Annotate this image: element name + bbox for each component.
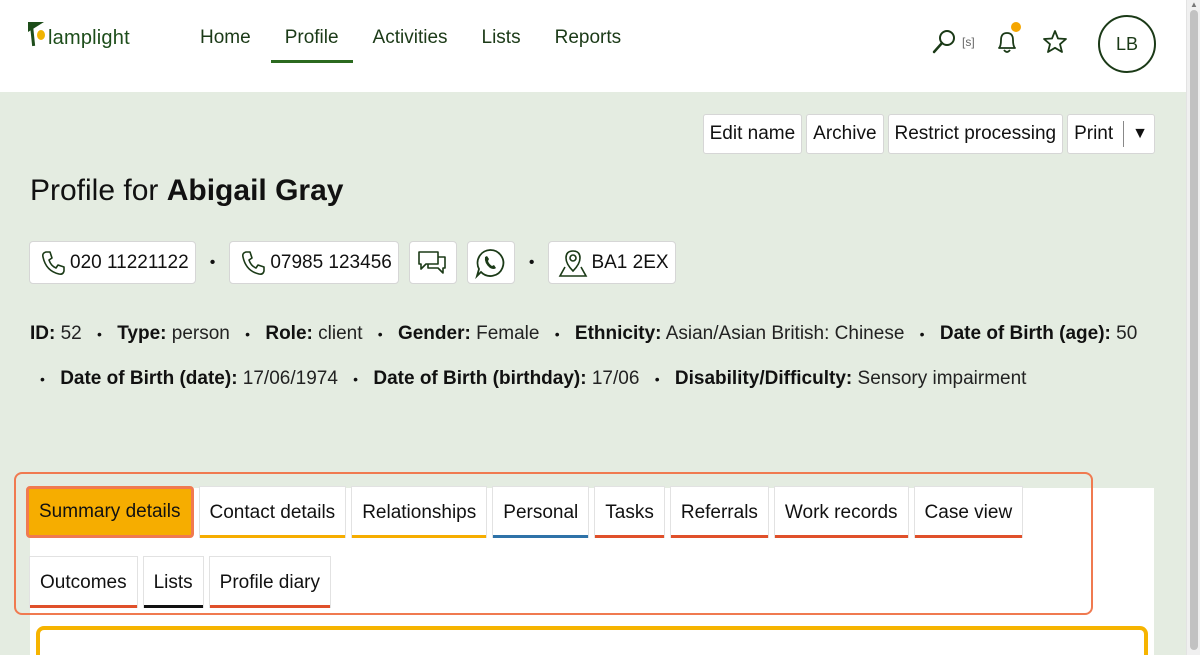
whatsapp-icon xyxy=(475,248,505,279)
role-label: Role: xyxy=(265,323,313,344)
sms-button[interactable] xyxy=(408,241,457,284)
ethnicity-value: Asian/Asian British: Chinese xyxy=(665,323,905,344)
tab-personal[interactable]: Personal xyxy=(492,486,590,538)
contact-chips: 020 11221122 • 07985 123456 • BA1 2EX xyxy=(29,241,676,284)
dob-birthday-value: 17/06 xyxy=(591,367,640,389)
phone-number-2: 07985 123456 xyxy=(270,251,392,273)
tab-contact-details[interactable]: Contact details xyxy=(198,486,347,538)
nav-lists[interactable]: Lists xyxy=(468,27,535,63)
tab-relationships[interactable]: Relationships xyxy=(351,486,488,538)
tab-profile-diary[interactable]: Profile diary xyxy=(208,556,331,608)
dob-age-label: Date of Birth (age): xyxy=(939,323,1111,344)
profile-details: ID: 52 • Type: person • Role: client • G… xyxy=(30,323,1138,389)
sms-chat-icon xyxy=(418,250,446,274)
print-label: Print xyxy=(1074,123,1114,144)
edit-name-button[interactable]: Edit name xyxy=(702,114,803,154)
type-label: Type: xyxy=(117,323,167,344)
restrict-processing-button[interactable]: Restrict processing xyxy=(887,114,1064,154)
role-value: client xyxy=(318,323,363,344)
nav-profile[interactable]: Profile xyxy=(270,27,353,63)
id-label: ID: xyxy=(30,323,56,344)
print-button[interactable]: Print ▼ xyxy=(1067,114,1155,154)
nav-activities[interactable]: Activities xyxy=(359,27,462,63)
profile-name: Abigail Gray xyxy=(166,174,344,207)
search-shortcut-hint: [s] xyxy=(962,35,975,49)
logo-wordmark: lamplight xyxy=(48,27,130,49)
separator-dot: • xyxy=(528,253,535,271)
phone-icon xyxy=(242,250,266,275)
tab-referrals[interactable]: Referrals xyxy=(669,486,769,538)
address-chip[interactable]: BA1 2EX xyxy=(548,241,676,284)
dob-age-value: 50 xyxy=(1116,323,1138,344)
profile-page: Edit name Archive Restrict processing Pr… xyxy=(0,92,1186,655)
top-navigation-bar: lamplight Home Profile Activities Lists … xyxy=(0,0,1186,92)
header-tools: [s] xyxy=(930,22,1069,56)
postcode: BA1 2EX xyxy=(591,251,669,273)
ethnicity-label: Ethnicity: xyxy=(574,323,662,344)
phone-icon xyxy=(42,250,65,275)
phone-chip-landline[interactable]: 020 11221122 xyxy=(29,241,196,284)
title-prefix: Profile for xyxy=(30,174,159,207)
archive-button[interactable]: Archive xyxy=(806,114,884,154)
favourites-star-icon[interactable] xyxy=(1041,28,1069,56)
type-value: person xyxy=(171,323,230,344)
profile-actions: Edit name Archive Restrict processing Pr… xyxy=(702,114,1155,154)
dob-birthday-label: Date of Birth (birthday): xyxy=(373,367,587,389)
gender-label: Gender: xyxy=(397,323,471,344)
disability-value: Sensory impairment xyxy=(857,367,1027,389)
tab-summary-details[interactable]: Summary details xyxy=(26,486,194,538)
gender-value: Female xyxy=(476,323,540,344)
tab-row-2: Outcomes Lists Profile diary xyxy=(29,556,331,608)
vertical-scrollbar[interactable]: ▲ xyxy=(1186,0,1200,655)
nav-home[interactable]: Home xyxy=(186,27,265,63)
main-nav: Home Profile Activities Lists Reports xyxy=(186,27,641,63)
tab-lists[interactable]: Lists xyxy=(142,556,204,608)
phone-number-1: 020 11221122 xyxy=(70,251,189,273)
print-divider xyxy=(1123,121,1125,147)
map-location-icon xyxy=(559,249,588,277)
page-title: Profile for Abigail Gray xyxy=(30,174,343,208)
tab-case-view[interactable]: Case view xyxy=(913,486,1024,538)
lamplight-logo[interactable]: lamplight xyxy=(28,22,130,48)
tab-work-records[interactable]: Work records xyxy=(773,486,909,538)
separator-dot: • xyxy=(209,253,216,271)
notifications-bell-icon[interactable] xyxy=(993,22,1021,56)
summary-content-box xyxy=(36,626,1148,655)
dob-date-label: Date of Birth (date): xyxy=(60,367,238,389)
phone-chip-mobile[interactable]: 07985 123456 xyxy=(229,241,399,284)
app-window: lamplight Home Profile Activities Lists … xyxy=(0,0,1200,655)
id-value: 52 xyxy=(60,323,82,344)
tab-row-1: Summary details Contact details Relation… xyxy=(26,486,1024,538)
search-icon[interactable] xyxy=(930,28,958,56)
whatsapp-button[interactable] xyxy=(466,241,515,284)
tab-outcomes[interactable]: Outcomes xyxy=(29,556,138,608)
user-avatar[interactable]: LB xyxy=(1098,15,1156,73)
scroll-up-arrow-icon[interactable]: ▲ xyxy=(1190,0,1198,9)
notification-badge xyxy=(1010,22,1021,32)
dob-date-value: 17/06/1974 xyxy=(242,367,338,389)
nav-reports[interactable]: Reports xyxy=(541,27,636,63)
print-dropdown-caret-icon[interactable]: ▼ xyxy=(1132,125,1148,143)
tab-tasks[interactable]: Tasks xyxy=(594,486,665,538)
lamp-logo-icon xyxy=(28,22,46,48)
scrollbar-thumb[interactable] xyxy=(1190,10,1198,650)
disability-label: Disability/Difficulty: xyxy=(674,367,853,389)
